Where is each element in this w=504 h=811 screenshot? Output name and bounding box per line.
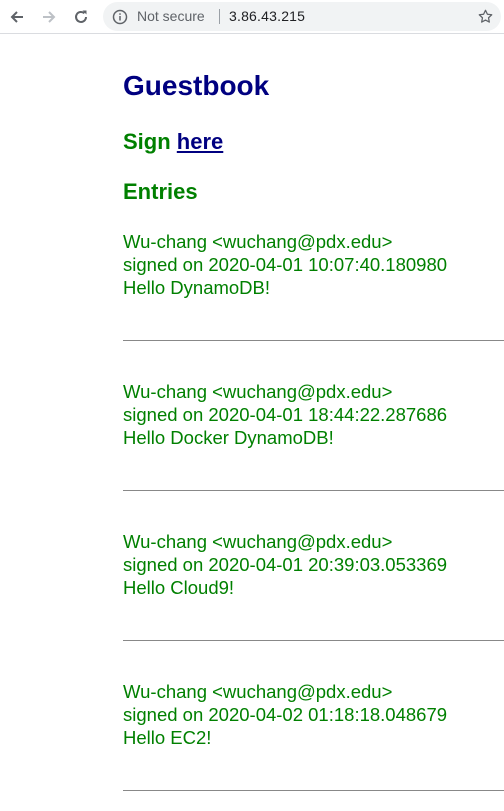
entry-author: Wu-chang <wuchang@pdx.edu> bbox=[123, 231, 393, 252]
entry-author: Wu-chang <wuchang@pdx.edu> bbox=[123, 381, 393, 402]
guestbook-entry: Wu-chang <wuchang@pdx.edu> signed on 202… bbox=[123, 230, 504, 299]
entry-message: Hello EC2! bbox=[123, 727, 212, 748]
reload-button[interactable] bbox=[69, 5, 93, 29]
arrow-right-icon bbox=[43, 11, 56, 23]
sign-here-link[interactable]: here bbox=[177, 129, 223, 154]
address-bar[interactable]: Not secure 3.86.43.215 bbox=[103, 2, 501, 31]
entry-signed-date: signed on 2020-04-01 18:44:22.287686 bbox=[123, 404, 448, 425]
entry-message: Hello Docker DynamoDB! bbox=[123, 427, 334, 448]
entry-divider bbox=[123, 490, 504, 491]
guestbook-entry: Wu-chang <wuchang@pdx.edu> signed on 202… bbox=[123, 680, 504, 749]
forward-button[interactable] bbox=[37, 5, 61, 29]
info-icon[interactable] bbox=[112, 9, 128, 25]
url-text[interactable]: 3.86.43.215 bbox=[229, 8, 305, 25]
entry-message: Hello Cloud9! bbox=[123, 577, 235, 598]
sign-prefix: Sign bbox=[123, 129, 171, 154]
entry-signed-date: signed on 2020-04-02 01:18:18.048679 bbox=[123, 704, 448, 725]
entries-heading: Entries bbox=[123, 179, 198, 204]
star-icon[interactable] bbox=[477, 8, 494, 25]
entry-message: Hello DynamoDB! bbox=[123, 277, 271, 298]
sign-heading: Sign here bbox=[123, 128, 223, 156]
entry-signed-date: signed on 2020-04-01 10:07:40.180980 bbox=[123, 254, 448, 275]
entry-signed-date: signed on 2020-04-01 20:39:03.053369 bbox=[123, 554, 448, 575]
page-title: Guestbook bbox=[123, 70, 270, 101]
arrow-left-icon bbox=[10, 11, 23, 23]
entry-author: Wu-chang <wuchang@pdx.edu> bbox=[123, 531, 393, 552]
entry-divider bbox=[123, 640, 504, 641]
entry-author: Wu-chang <wuchang@pdx.edu> bbox=[123, 681, 393, 702]
guestbook-entry: Wu-chang <wuchang@pdx.edu> signed on 202… bbox=[123, 530, 504, 599]
guestbook-entry: Wu-chang <wuchang@pdx.edu> signed on 202… bbox=[123, 380, 504, 449]
omnibox-divider bbox=[219, 9, 220, 24]
browser-toolbar: Not secure 3.86.43.215 bbox=[0, 0, 504, 34]
back-button[interactable] bbox=[5, 5, 29, 29]
entry-divider bbox=[123, 340, 504, 341]
security-status-label[interactable]: Not secure bbox=[137, 8, 205, 25]
entry-divider bbox=[123, 790, 504, 791]
page-viewport: Guestbook Sign here Entries Wu-chang <wu… bbox=[0, 36, 504, 811]
reload-icon bbox=[75, 10, 87, 23]
